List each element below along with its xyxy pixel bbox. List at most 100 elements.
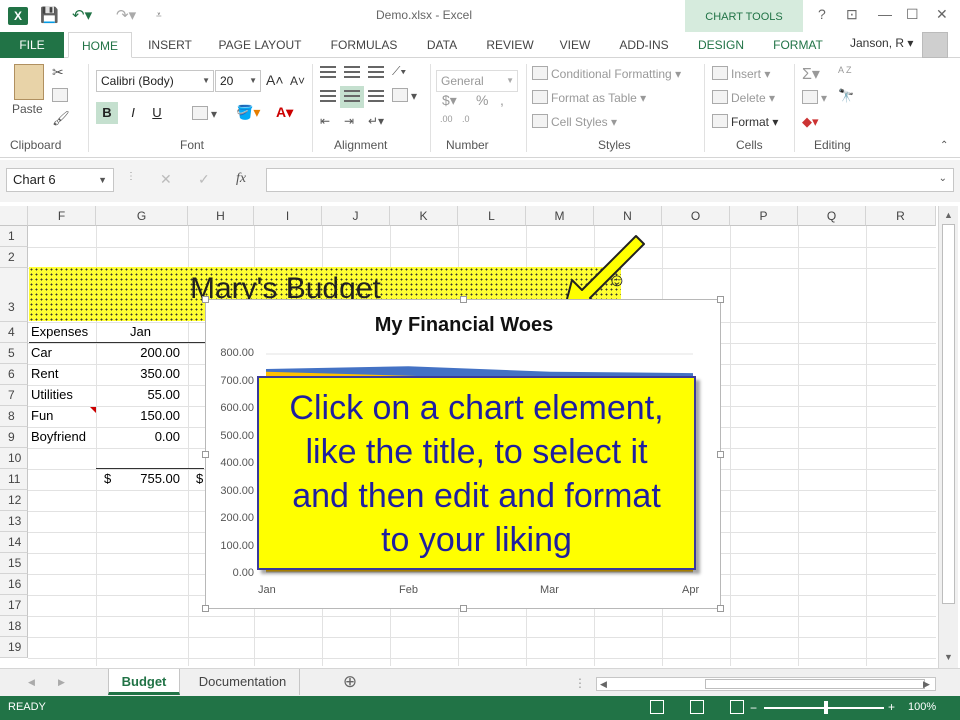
delete-cells-button[interactable]: Delete ▾ <box>712 90 775 105</box>
jan-header[interactable]: Jan <box>130 324 151 339</box>
column-header[interactable]: Q <box>798 206 866 226</box>
collapse-ribbon-icon[interactable]: ⌃ <box>940 140 948 151</box>
page-layout-view-icon[interactable] <box>690 700 704 714</box>
tab-home[interactable]: HOME <box>68 32 132 58</box>
name-box[interactable]: Chart 6 ▼ <box>6 168 114 192</box>
row-header[interactable]: 19 <box>0 637 28 658</box>
row-header[interactable]: 7 <box>0 385 28 406</box>
vertical-scrollbar[interactable]: ▲ ▼ <box>938 206 958 668</box>
zoom-out-icon[interactable]: − <box>750 701 757 715</box>
normal-view-icon[interactable] <box>650 700 664 714</box>
grow-font-button[interactable]: A˄ <box>266 72 284 88</box>
expense-value[interactable]: 150.00 <box>100 408 180 423</box>
clear-button[interactable]: ◆▾ <box>802 114 819 130</box>
expense-value[interactable]: 55.00 <box>100 387 180 402</box>
help-icon[interactable]: ? <box>818 6 826 22</box>
tab-splitter-icon[interactable]: ⋮ <box>574 676 586 690</box>
row-header[interactable]: 18 <box>0 616 28 637</box>
italic-button[interactable]: I <box>122 102 144 124</box>
decrease-indent-icon[interactable]: ⇤ <box>320 114 330 128</box>
sheet-tab-documentation[interactable]: Documentation <box>186 669 300 695</box>
next-sheet-icon[interactable]: ▶ <box>58 677 65 688</box>
increase-decimal-button[interactable]: .00 <box>440 114 453 124</box>
tab-add-ins[interactable]: ADD-INS <box>610 32 678 58</box>
x-tick-label[interactable]: Mar <box>540 584 559 596</box>
font-size-dropdown[interactable]: 20 ▼ <box>215 70 261 92</box>
middle-align-icon[interactable] <box>344 66 360 78</box>
paste-button[interactable]: Paste <box>12 102 43 116</box>
zoom-level[interactable]: 100% <box>908 701 936 713</box>
merge-center-icon[interactable]: ▾ <box>392 88 417 103</box>
conditional-formatting-button[interactable]: Conditional Formatting ▾ <box>532 66 681 81</box>
column-header[interactable]: N <box>594 206 662 226</box>
maximize-icon[interactable]: ☐ <box>906 6 919 23</box>
borders-icon[interactable]: ▾ <box>192 106 217 121</box>
decrease-decimal-button[interactable]: .0 <box>462 114 470 124</box>
horizontal-scroll-thumb[interactable] <box>705 679 925 689</box>
sort-filter-button[interactable]: A Z <box>838 66 852 75</box>
row-header[interactable]: 14 <box>0 532 28 553</box>
font-color-icon[interactable]: A▾ <box>276 104 293 121</box>
find-select-button[interactable]: 🔭 <box>838 88 854 104</box>
row-header[interactable]: 12 <box>0 490 28 511</box>
orientation-icon[interactable]: ⟋▾ <box>392 64 406 79</box>
align-right-icon[interactable] <box>368 90 384 102</box>
format-cells-button[interactable]: Format ▾ <box>712 114 778 129</box>
expense-label[interactable]: Fun <box>31 408 53 423</box>
tab-view[interactable]: VIEW <box>552 32 598 58</box>
bold-button[interactable]: B <box>96 102 118 124</box>
formula-input[interactable]: ⌄ <box>266 168 954 192</box>
tab-insert[interactable]: INSERT <box>140 32 200 58</box>
row-header[interactable]: 1 <box>0 226 28 247</box>
comment-indicator[interactable] <box>90 407 96 413</box>
total-value[interactable]: 755.00 <box>110 471 180 486</box>
enter-icon[interactable]: ✓ <box>198 171 210 188</box>
scroll-down-icon[interactable]: ▼ <box>944 652 953 662</box>
insert-cells-button[interactable]: Insert ▾ <box>712 66 770 81</box>
column-header[interactable]: P <box>730 206 798 226</box>
column-header[interactable]: K <box>390 206 458 226</box>
bottom-align-icon[interactable] <box>368 66 384 78</box>
row-header[interactable]: 8 <box>0 406 28 427</box>
expense-label[interactable]: Utilities <box>31 387 73 402</box>
font-name-dropdown[interactable]: Calibri (Body) ▼ <box>96 70 214 92</box>
page-break-view-icon[interactable] <box>730 700 744 714</box>
column-header[interactable]: G <box>96 206 188 226</box>
redo-icon[interactable]: ↷▾ <box>116 6 136 26</box>
insert-function-icon[interactable]: fx <box>236 171 246 187</box>
row-header[interactable]: 4 <box>0 322 28 343</box>
user-name[interactable]: Janson, R ▾ <box>850 36 913 50</box>
fill-color-icon[interactable]: 🪣▾ <box>236 104 260 121</box>
row-header[interactable]: 3 <box>0 268 28 322</box>
column-header[interactable]: J <box>322 206 390 226</box>
sheet-tab-budget[interactable]: Budget <box>108 669 180 695</box>
comma-button[interactable]: , <box>500 92 504 108</box>
tab-review[interactable]: REVIEW <box>478 32 542 58</box>
column-header[interactable]: H <box>188 206 254 226</box>
expenses-header[interactable]: Expenses <box>31 324 88 339</box>
fill-button[interactable]: ▾ <box>802 90 827 105</box>
align-left-icon[interactable] <box>320 90 336 102</box>
row-header[interactable]: 6 <box>0 364 28 385</box>
currency-button[interactable]: $▾ <box>442 92 457 109</box>
avatar[interactable] <box>922 32 948 58</box>
increase-indent-icon[interactable]: ⇥ <box>344 114 354 128</box>
prev-sheet-icon[interactable]: ◀ <box>28 677 35 688</box>
row-header[interactable]: 13 <box>0 511 28 532</box>
select-all-corner[interactable] <box>0 206 28 226</box>
row-header[interactable]: 16 <box>0 574 28 595</box>
scroll-up-icon[interactable]: ▲ <box>944 210 953 220</box>
number-format-dropdown[interactable]: General ▼ <box>436 70 518 92</box>
minimize-icon[interactable]: — <box>878 6 892 22</box>
column-header[interactable]: O <box>662 206 730 226</box>
tab-formulas[interactable]: FORMULAS <box>322 32 406 58</box>
paste-icon[interactable] <box>14 64 44 100</box>
cut-icon[interactable]: ✂ <box>52 64 64 81</box>
format-as-table-button[interactable]: Format as Table ▾ <box>532 90 646 105</box>
close-icon[interactable]: ✕ <box>936 6 948 23</box>
vertical-scroll-thumb[interactable] <box>942 224 955 604</box>
shrink-font-button[interactable]: A˅ <box>290 74 305 88</box>
top-align-icon[interactable] <box>320 66 336 78</box>
expense-value[interactable]: 350.00 <box>100 366 180 381</box>
row-header[interactable]: 11 <box>0 469 28 490</box>
